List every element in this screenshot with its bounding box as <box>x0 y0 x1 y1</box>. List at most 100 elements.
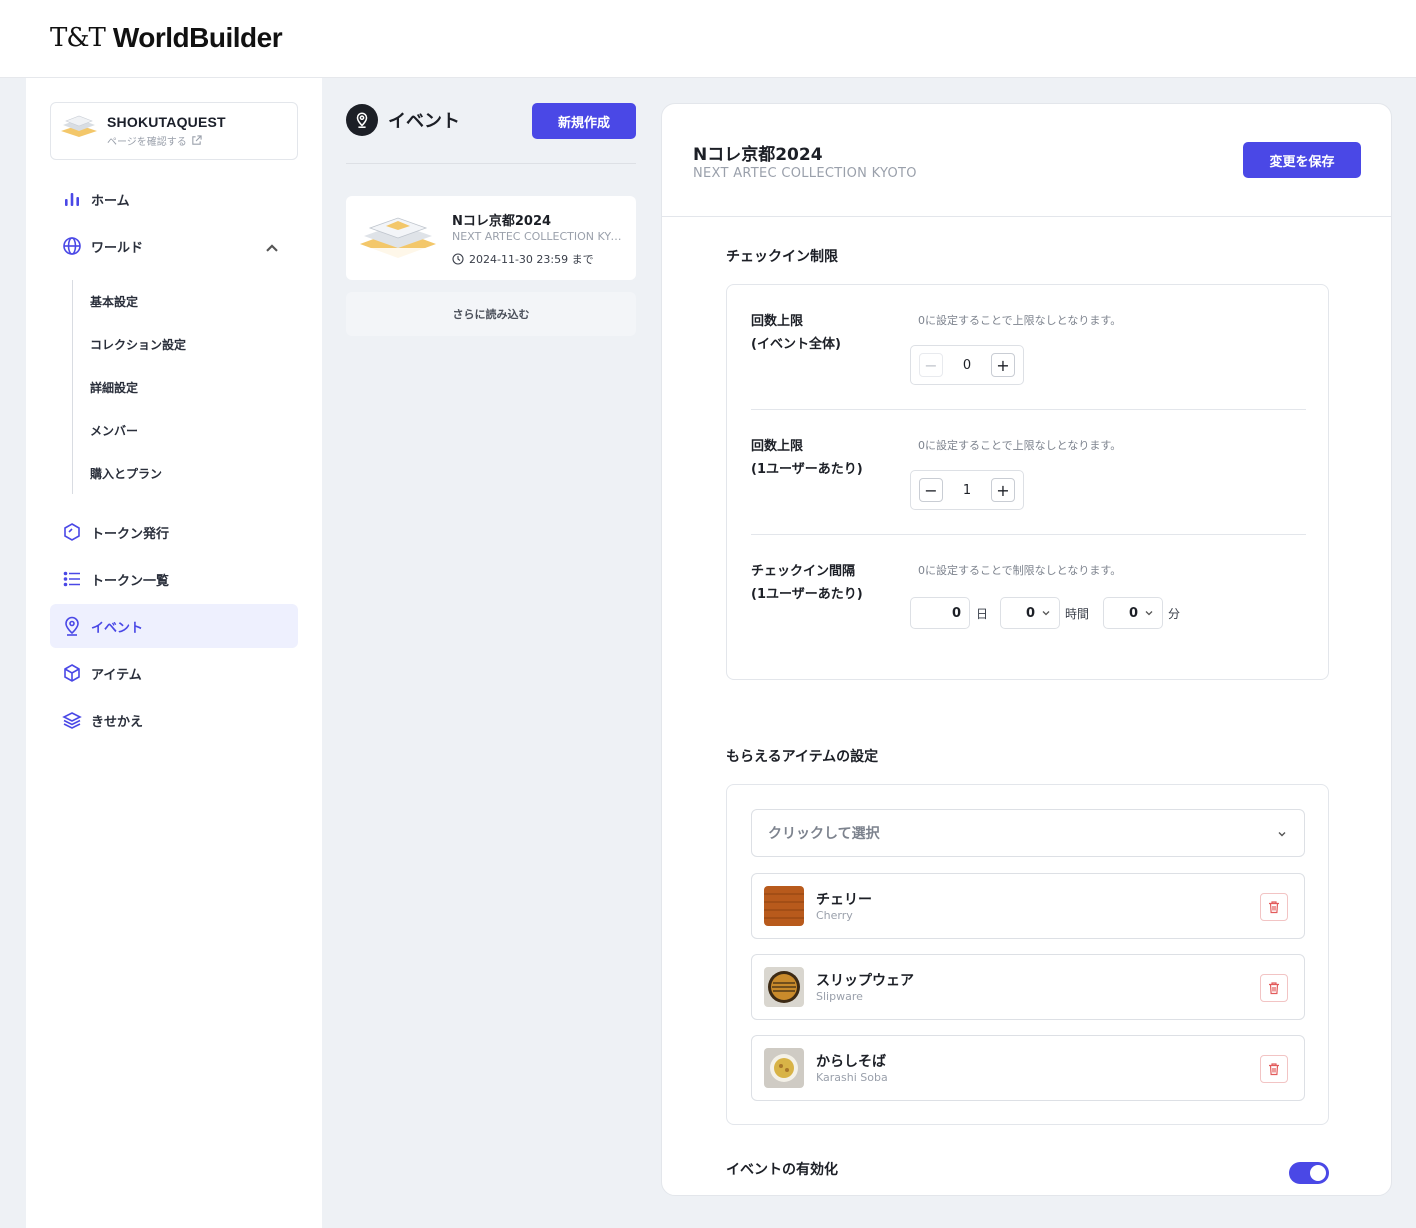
item-name-en: Cherry <box>816 909 853 922</box>
event-thumbnail <box>358 208 438 268</box>
item-thumbnail <box>764 886 804 926</box>
decrement-button[interactable]: − <box>919 478 943 502</box>
chevron-down-icon <box>1042 611 1050 616</box>
globe-icon <box>63 237 81 255</box>
world-thumbnail <box>59 111 99 151</box>
event-list-header: イベント <box>346 104 460 136</box>
event-list-title: イベント <box>388 111 460 132</box>
sidebar-item-label: きせかえ <box>91 714 144 730</box>
logo-text: WorldBuilder <box>112 22 283 53</box>
items-section-title: もらえるアイテムの設定 <box>726 749 879 765</box>
label-line: (イベント全体) <box>751 337 841 352</box>
sidebar-sub-collection[interactable]: コレクション設定 <box>90 336 186 353</box>
sidebar-item-label: トークン一覧 <box>91 573 170 589</box>
interval-days-input[interactable]: 0 <box>910 597 970 629</box>
sidebar-item-items[interactable]: アイテム <box>50 651 298 695</box>
minutes-value: 0 <box>1128 605 1138 621</box>
item-row-cherry: チェリー Cherry <box>751 873 1305 939</box>
map-pin-icon <box>346 104 378 136</box>
checkin-section-title: チェックイン制限 <box>726 249 838 265</box>
sidebar-item-event[interactable]: イベント <box>50 604 298 648</box>
trash-icon <box>1269 901 1279 914</box>
increment-button[interactable]: + <box>991 353 1015 377</box>
item-name-en: Karashi Soba <box>816 1071 888 1084</box>
sidebar-item-world[interactable]: ワールド <box>50 224 298 268</box>
sidebar-item-token-list[interactable]: トークン一覧 <box>50 557 298 601</box>
decrement-button[interactable]: − <box>919 353 943 377</box>
limit-user-hint: 0に設定することで上限なしとなります。 <box>918 439 1122 452</box>
sidebar-sub-basic[interactable]: 基本設定 <box>90 293 138 310</box>
event-card-date: 2024-11-30 23:59 まで <box>469 253 594 266</box>
enable-event-toggle[interactable] <box>1289 1162 1329 1184</box>
clock-icon <box>452 253 464 265</box>
item-name: からしそば <box>816 1054 886 1070</box>
save-changes-button[interactable]: 変更を保存 <box>1243 142 1361 178</box>
logo-mark: T&T <box>50 23 106 53</box>
interval-minutes-select[interactable]: 0 <box>1103 597 1163 629</box>
limit-total-value[interactable]: 0 <box>963 358 971 373</box>
sidebar-item-label: アイテム <box>91 667 142 683</box>
map-pin-icon <box>65 616 79 636</box>
sidebar-sub-members[interactable]: メンバー <box>90 422 138 439</box>
item-name-en: Slipware <box>816 990 863 1003</box>
event-card-title: Nコレ京都2024 <box>452 214 552 229</box>
sidebar: SHOKUTAQUEST ページを確認する ホーム ワールド 基本設定 コレクシ… <box>26 78 322 1228</box>
external-link-icon <box>192 135 202 145</box>
sidebar-item-label: ホーム <box>91 193 130 209</box>
delete-item-button[interactable] <box>1260 1055 1288 1083</box>
event-card-subtitle: NEXT ARTEC COLLECTION KYOTO <box>452 230 624 243</box>
interval-hours-select[interactable]: 0 <box>1000 597 1060 629</box>
event-card[interactable]: Nコレ京都2024 NEXT ARTEC COLLECTION KYOTO 20… <box>346 196 636 280</box>
view-page-link[interactable]: ページを確認する <box>107 133 226 148</box>
item-thumbnail <box>764 967 804 1007</box>
item-thumbnail <box>764 1048 804 1088</box>
sidebar-item-dressup[interactable]: きせかえ <box>50 698 298 742</box>
delete-item-button[interactable] <box>1260 974 1288 1002</box>
hours-value: 0 <box>1025 605 1035 621</box>
sidebar-sub-detail[interactable]: 詳細設定 <box>90 379 138 396</box>
new-event-button[interactable]: 新規作成 <box>532 103 636 139</box>
item-row-karashi-soba: からしそば Karashi Soba <box>751 1035 1305 1101</box>
sidebar-item-label: トークン発行 <box>91 526 170 542</box>
item-select[interactable]: クリックして選択 <box>751 809 1305 857</box>
label-line: (1ユーザーあたり) <box>751 587 863 602</box>
world-name: SHOKUTAQUEST <box>107 114 226 130</box>
delete-item-button[interactable] <box>1260 893 1288 921</box>
chevron-up-icon[interactable] <box>262 238 282 258</box>
event-detail-panel: Nコレ京都2024 NEXT ARTEC COLLECTION KYOTO 変更… <box>661 103 1392 1196</box>
sidebar-item-label: ワールド <box>91 240 144 256</box>
limit-user-stepper: − 1 + <box>910 470 1024 510</box>
subnav-divider <box>72 280 73 494</box>
trash-icon <box>1269 982 1279 995</box>
cube-icon <box>64 664 80 682</box>
checkin-settings-box: 回数上限 (イベント全体) 0に設定することで上限なしとなります。 − 0 + … <box>726 284 1329 680</box>
limit-user-label: 回数上限 (1ユーザーあたり) <box>751 435 863 481</box>
sidebar-item-home[interactable]: ホーム <box>50 177 298 221</box>
increment-button[interactable]: + <box>991 478 1015 502</box>
enable-event-label: イベントの有効化 <box>726 1162 838 1178</box>
world-switcher[interactable]: SHOKUTAQUEST ページを確認する <box>50 102 298 160</box>
item-name: チェリー <box>816 892 872 908</box>
bar-chart-icon <box>65 193 79 206</box>
label-line: 回数上限 <box>751 314 804 329</box>
view-page-label: ページを確認する <box>107 137 187 148</box>
layers-icon <box>62 712 82 729</box>
app-logo[interactable]: T&T WorldBuilder <box>50 20 283 56</box>
limit-total-hint: 0に設定することで上限なしとなります。 <box>918 314 1122 327</box>
divider <box>751 409 1306 410</box>
load-more-button[interactable]: さらに読み込む <box>346 292 636 336</box>
interval-hint: 0に設定することで制限なしとなります。 <box>918 564 1122 577</box>
interval-label: チェックイン間隔 (1ユーザーあたり) <box>751 560 863 606</box>
hexagon-icon <box>64 523 80 541</box>
items-settings-box: クリックして選択 チェリー Cherry スリップウェア Slipware から… <box>726 784 1329 1125</box>
label-line: 回数上限 <box>751 439 804 454</box>
sidebar-sub-plan[interactable]: 購入とプラン <box>90 465 162 482</box>
sidebar-item-token-issue[interactable]: トークン発行 <box>50 510 298 554</box>
event-list-column: イベント 新規作成 Nコレ京都2024 NEXT ARTEC COLLECTIO… <box>322 78 660 1228</box>
limit-user-value[interactable]: 1 <box>963 483 971 498</box>
limit-total-label: 回数上限 (イベント全体) <box>751 310 841 356</box>
days-unit: 日 <box>976 607 989 621</box>
event-title: Nコレ京都2024 <box>693 145 823 165</box>
sidebar-item-label: イベント <box>91 620 144 636</box>
item-name: スリップウェア <box>816 973 914 989</box>
